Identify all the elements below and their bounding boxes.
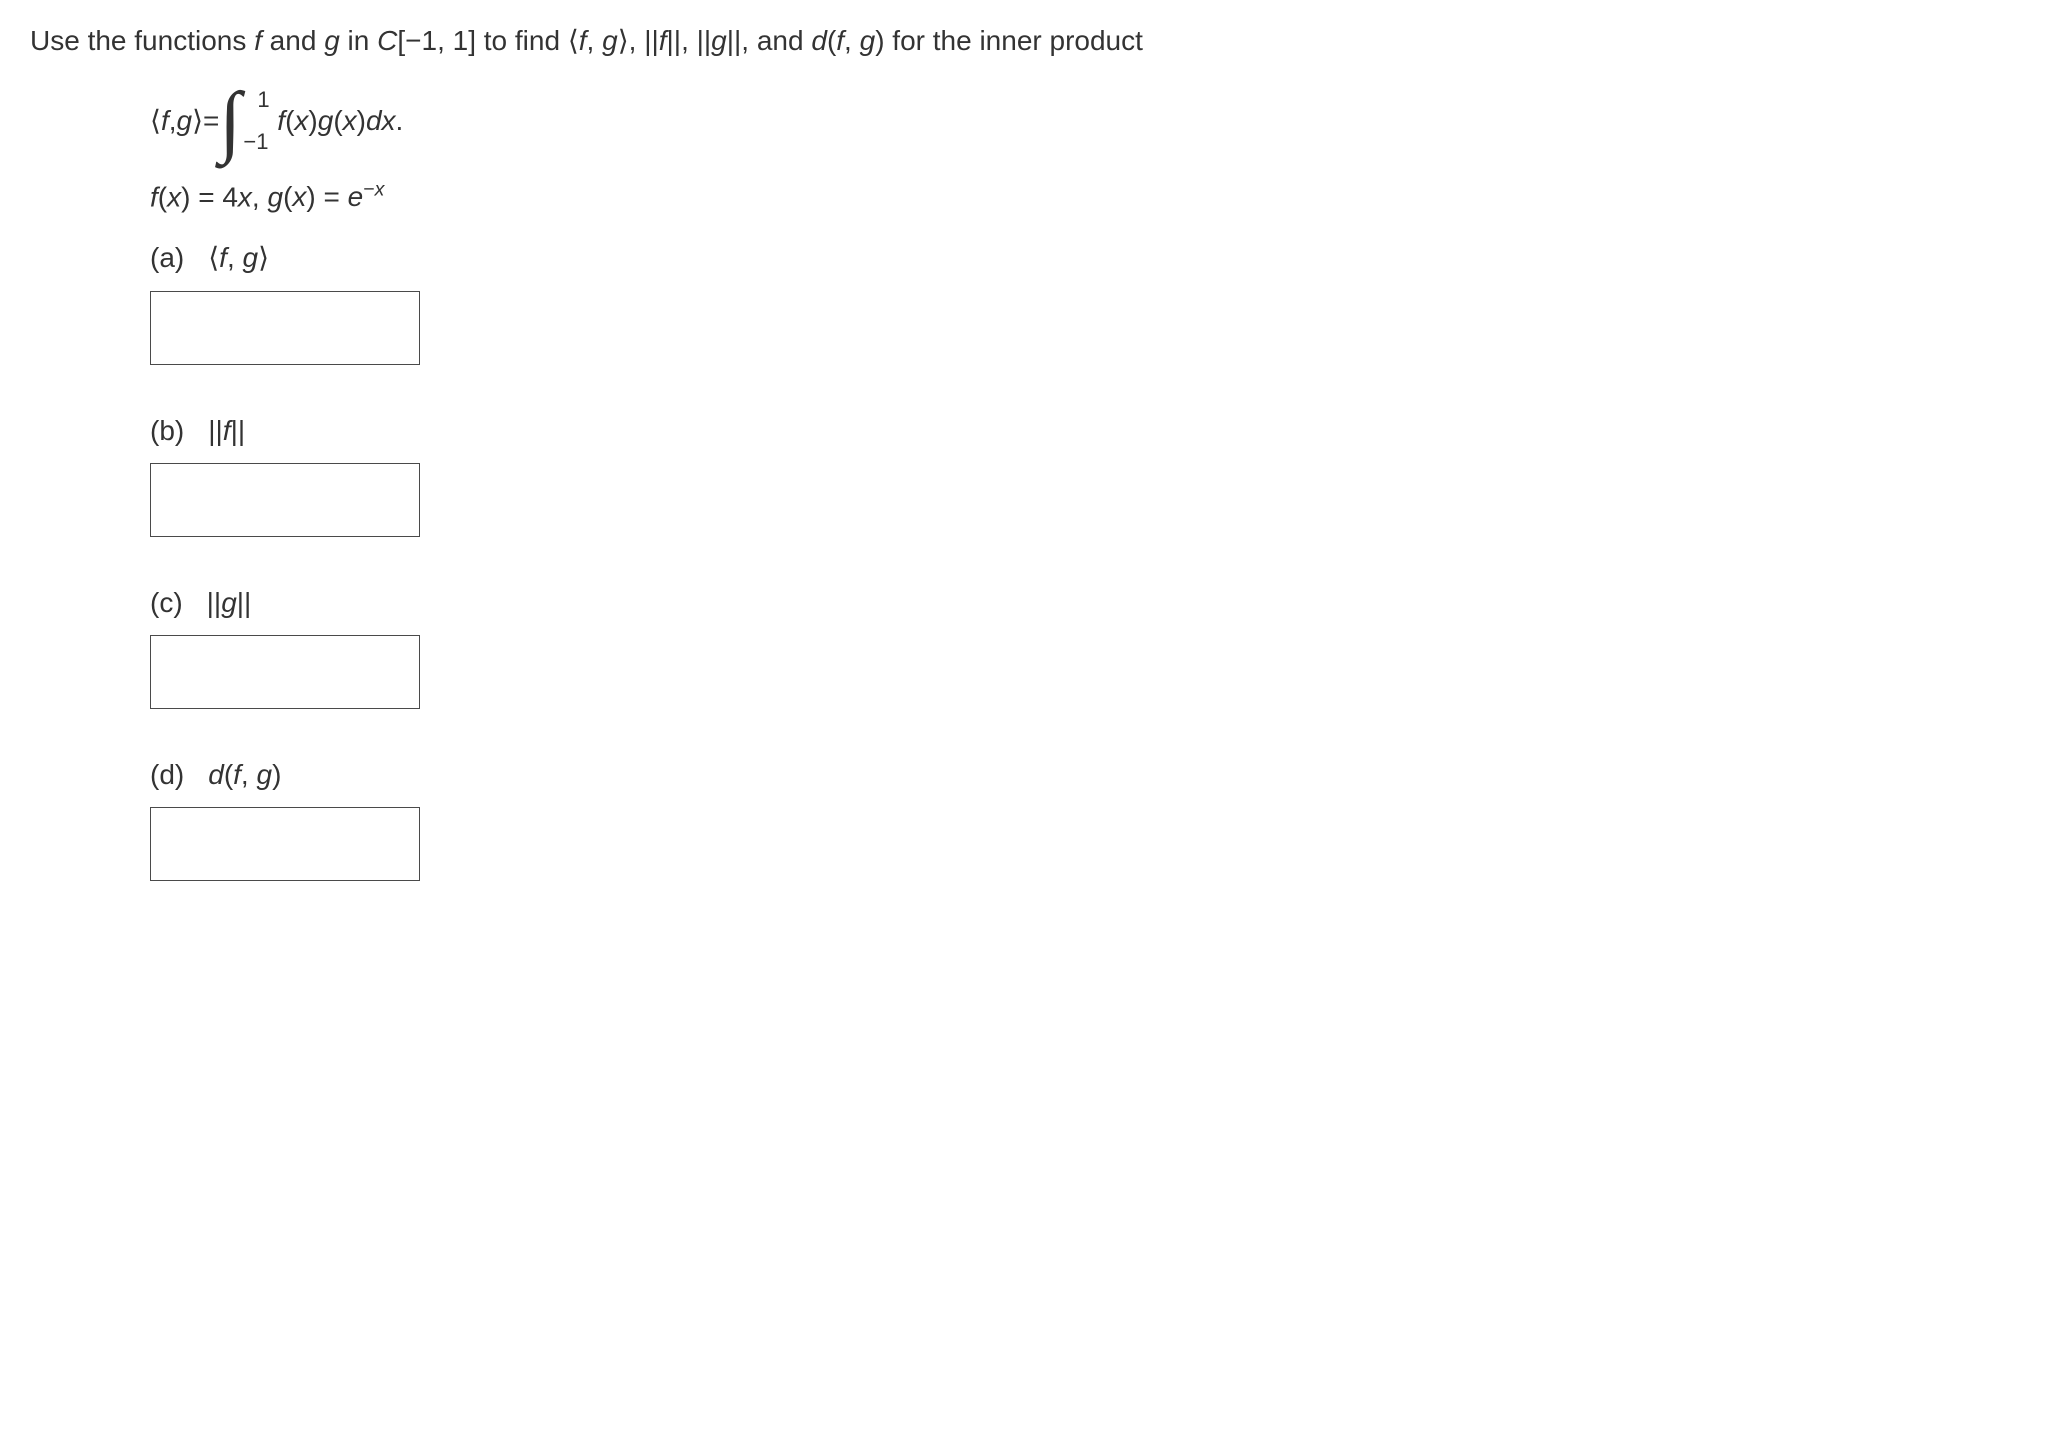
intro-in: in [340,25,377,56]
integral: ∫ 1 −1 f(x)g(x)dx. [219,93,403,149]
bracket-open: ⟨ [568,26,579,57]
part-b: (b) ||f|| [150,415,2016,537]
function-definitions: f(x) = 4x, g(x) = e−x [150,179,2016,213]
part-d-label: (d) [150,759,184,791]
set-c: C [377,25,397,56]
func-g-def: (x) = e−x [283,181,384,212]
sep1: , [629,25,645,56]
lhs-g: g [177,105,193,137]
fg-f: f [579,25,587,56]
range: [−1, 1] [397,25,476,56]
dist-d: d [811,25,827,56]
problem-statement: Use the functions f and g in C[−1, 1] to… [30,20,2016,63]
integrand: f(x)g(x)dx. [277,105,403,137]
lhs-comma: , [169,105,177,137]
var-f: f [254,25,262,56]
part-d: (d) d(f, g) [150,759,2016,881]
bracket-close: ⟩ [618,26,629,57]
part-c-expr: ||g|| [207,587,252,619]
lhs-close: ⟩ [192,104,203,138]
lhs-open: ⟨ [150,104,161,138]
part-c-label: (c) [150,587,183,619]
answer-input-c[interactable] [150,635,420,709]
integral-lower: −1 [243,129,268,155]
intro-tail: for the inner product [885,25,1143,56]
func-f: f [150,181,158,212]
intro-tofind: to find [476,25,568,56]
part-c: (c) ||g|| [150,587,2016,709]
inner-product-formula: ⟨f, g⟩ = ∫ 1 −1 f(x)g(x)dx. [150,93,2016,149]
var-g: g [324,25,340,56]
intro-and: and [262,25,324,56]
fg-g: g [602,25,618,56]
part-b-expr: ||f|| [208,415,245,447]
eq: = [203,105,219,137]
answer-input-b[interactable] [150,463,420,537]
answer-input-a[interactable] [150,291,420,365]
fg-comma: , [587,25,603,56]
lhs-f: f [161,105,169,137]
part-b-label: (b) [150,415,184,447]
part-d-expr: d(f, g) [208,759,281,791]
part-a-label: (a) [150,242,184,274]
integral-upper: 1 [257,87,269,113]
sep2: , [681,25,697,56]
func-g: g [267,181,283,212]
norm-g: ||g|| [697,25,742,56]
part-a: (a) ⟨f, g⟩ [150,241,2016,365]
intro-text: Use the functions [30,25,254,56]
part-a-expr: ⟨f, g⟩ [208,241,269,275]
norm-f: ||f|| [644,25,681,56]
dist-paren: (f, g) [827,25,885,56]
func-f-def: (x) = 4x, [158,181,260,212]
answer-input-d[interactable] [150,807,420,881]
sep3: , and [741,25,811,56]
integral-sign: ∫ [219,93,241,149]
